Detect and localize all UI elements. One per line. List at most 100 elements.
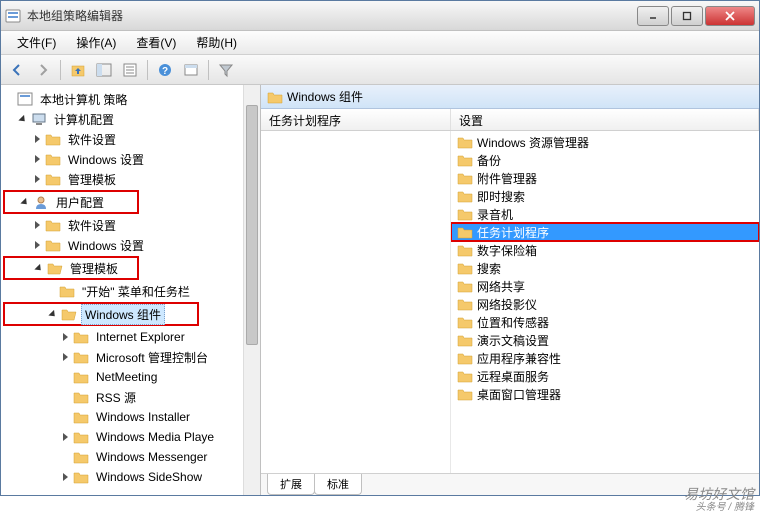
up-button[interactable]: [66, 58, 90, 82]
tab-extended[interactable]: 扩展: [267, 474, 315, 495]
folder-icon: [457, 369, 473, 383]
expand-icon[interactable]: [33, 262, 45, 274]
maximize-button[interactable]: [671, 6, 703, 26]
folder-icon: [457, 297, 473, 311]
close-button[interactable]: [705, 6, 755, 26]
tree-item[interactable]: Windows SideShow: [3, 467, 258, 487]
details-description: [261, 131, 451, 473]
list-item[interactable]: 应用程序兼容性: [451, 349, 759, 367]
tree-item[interactable]: Internet Explorer: [3, 327, 258, 347]
list-item[interactable]: 桌面窗口管理器: [451, 385, 759, 403]
tree-computer-config[interactable]: 计算机配置: [3, 109, 258, 129]
list-item[interactable]: 即时搜索: [451, 187, 759, 205]
folder-icon: [267, 90, 283, 104]
folder-icon: [73, 410, 89, 424]
folder-icon: [457, 279, 473, 293]
menu-view[interactable]: 查看(V): [126, 31, 186, 54]
window-title: 本地组策略编辑器: [27, 7, 637, 24]
collapse-icon[interactable]: [31, 173, 43, 185]
tree-item[interactable]: Windows Messenger: [3, 447, 258, 467]
menu-file[interactable]: 文件(F): [7, 31, 66, 54]
folder-icon: [45, 172, 61, 186]
folder-open-icon: [61, 307, 77, 321]
tree-item[interactable]: Windows 设置: [3, 149, 258, 169]
minimize-button[interactable]: [637, 6, 669, 26]
tree-user-config[interactable]: 用户配置: [5, 192, 137, 212]
user-icon: [33, 195, 49, 209]
tree-item[interactable]: Windows 设置: [3, 235, 258, 255]
list-item[interactable]: 附件管理器: [451, 169, 759, 187]
properties-button[interactable]: [118, 58, 142, 82]
help-button[interactable]: ?: [153, 58, 177, 82]
expand-icon[interactable]: [19, 196, 31, 208]
list-item[interactable]: 网络共享: [451, 277, 759, 295]
list-item[interactable]: 网络投影仪: [451, 295, 759, 313]
options-button[interactable]: [179, 58, 203, 82]
folder-icon: [457, 333, 473, 347]
folder-icon: [73, 330, 89, 344]
list-item[interactable]: Windows 资源管理器: [451, 133, 759, 151]
folder-icon: [457, 243, 473, 257]
collapse-icon[interactable]: [31, 153, 43, 165]
collapse-icon[interactable]: [59, 431, 71, 443]
menubar: 文件(F) 操作(A) 查看(V) 帮助(H): [1, 31, 759, 55]
menu-help[interactable]: 帮助(H): [186, 31, 247, 54]
expand-icon[interactable]: [47, 308, 59, 320]
tree-admin-templates[interactable]: 管理模板: [5, 258, 137, 278]
show-hide-tree-button[interactable]: [92, 58, 116, 82]
folder-icon: [45, 218, 61, 232]
collapse-icon[interactable]: [31, 219, 43, 231]
folder-icon: [73, 430, 89, 444]
svg-text:?: ?: [162, 66, 168, 77]
details-list[interactable]: Windows 资源管理器备份附件管理器即时搜索录音机任务计划程序数字保险箱搜索…: [451, 131, 759, 473]
watermark: 易坊好文馆 头条号 / 腾锋: [684, 487, 754, 513]
folder-icon: [457, 189, 473, 203]
collapse-icon[interactable]: [59, 471, 71, 483]
collapse-icon[interactable]: [59, 351, 71, 363]
toolbar: ?: [1, 55, 759, 85]
folder-icon: [457, 315, 473, 329]
tree-scrollbar[interactable]: [243, 85, 260, 495]
folder-icon: [45, 238, 61, 252]
tree-item[interactable]: Microsoft 管理控制台: [3, 347, 258, 367]
column-header-setting[interactable]: 设置: [451, 109, 759, 130]
list-item[interactable]: 录音机: [451, 205, 759, 223]
list-item[interactable]: 任务计划程序: [451, 223, 759, 241]
forward-button[interactable]: [31, 58, 55, 82]
folder-icon: [73, 450, 89, 464]
tree-root[interactable]: 本地计算机 策略: [3, 89, 258, 109]
tree-item[interactable]: Windows Media Playe: [3, 427, 258, 447]
list-item[interactable]: 备份: [451, 151, 759, 169]
collapse-icon[interactable]: [31, 239, 43, 251]
folder-icon: [457, 261, 473, 275]
list-item[interactable]: 远程桌面服务: [451, 367, 759, 385]
folder-icon: [45, 132, 61, 146]
details-panel: Windows 组件 任务计划程序 设置 Windows 资源管理器备份附件管理…: [261, 85, 759, 495]
list-item[interactable]: 演示文稿设置: [451, 331, 759, 349]
list-item[interactable]: 数字保险箱: [451, 241, 759, 259]
policy-icon: [17, 92, 33, 106]
menu-action[interactable]: 操作(A): [66, 31, 126, 54]
folder-icon: [457, 387, 473, 401]
collapse-icon[interactable]: [31, 133, 43, 145]
list-item[interactable]: 位置和传感器: [451, 313, 759, 331]
tree-windows-components[interactable]: Windows 组件: [5, 304, 197, 324]
back-button[interactable]: [5, 58, 29, 82]
tree-item[interactable]: 软件设置: [3, 215, 258, 235]
tab-standard[interactable]: 标准: [314, 474, 362, 495]
folder-icon: [59, 284, 75, 298]
column-header-name[interactable]: 任务计划程序: [261, 109, 451, 130]
tree-item[interactable]: "开始" 菜单和任务栏: [3, 281, 258, 301]
tree-item[interactable]: RSS 源: [3, 387, 258, 407]
collapse-icon[interactable]: [59, 331, 71, 343]
list-item[interactable]: 搜索: [451, 259, 759, 277]
tree-item[interactable]: Windows Installer: [3, 407, 258, 427]
filter-button[interactable]: [214, 58, 238, 82]
tree-item[interactable]: 软件设置: [3, 129, 258, 149]
tree-item[interactable]: 管理模板: [3, 169, 258, 189]
folder-icon: [45, 152, 61, 166]
folder-open-icon: [47, 261, 63, 275]
tree-panel[interactable]: 本地计算机 策略 计算机配置 软件设置 Windows 设置 管理模板 用户配置: [1, 85, 261, 495]
tree-item[interactable]: NetMeeting: [3, 367, 258, 387]
expand-icon[interactable]: [17, 113, 29, 125]
